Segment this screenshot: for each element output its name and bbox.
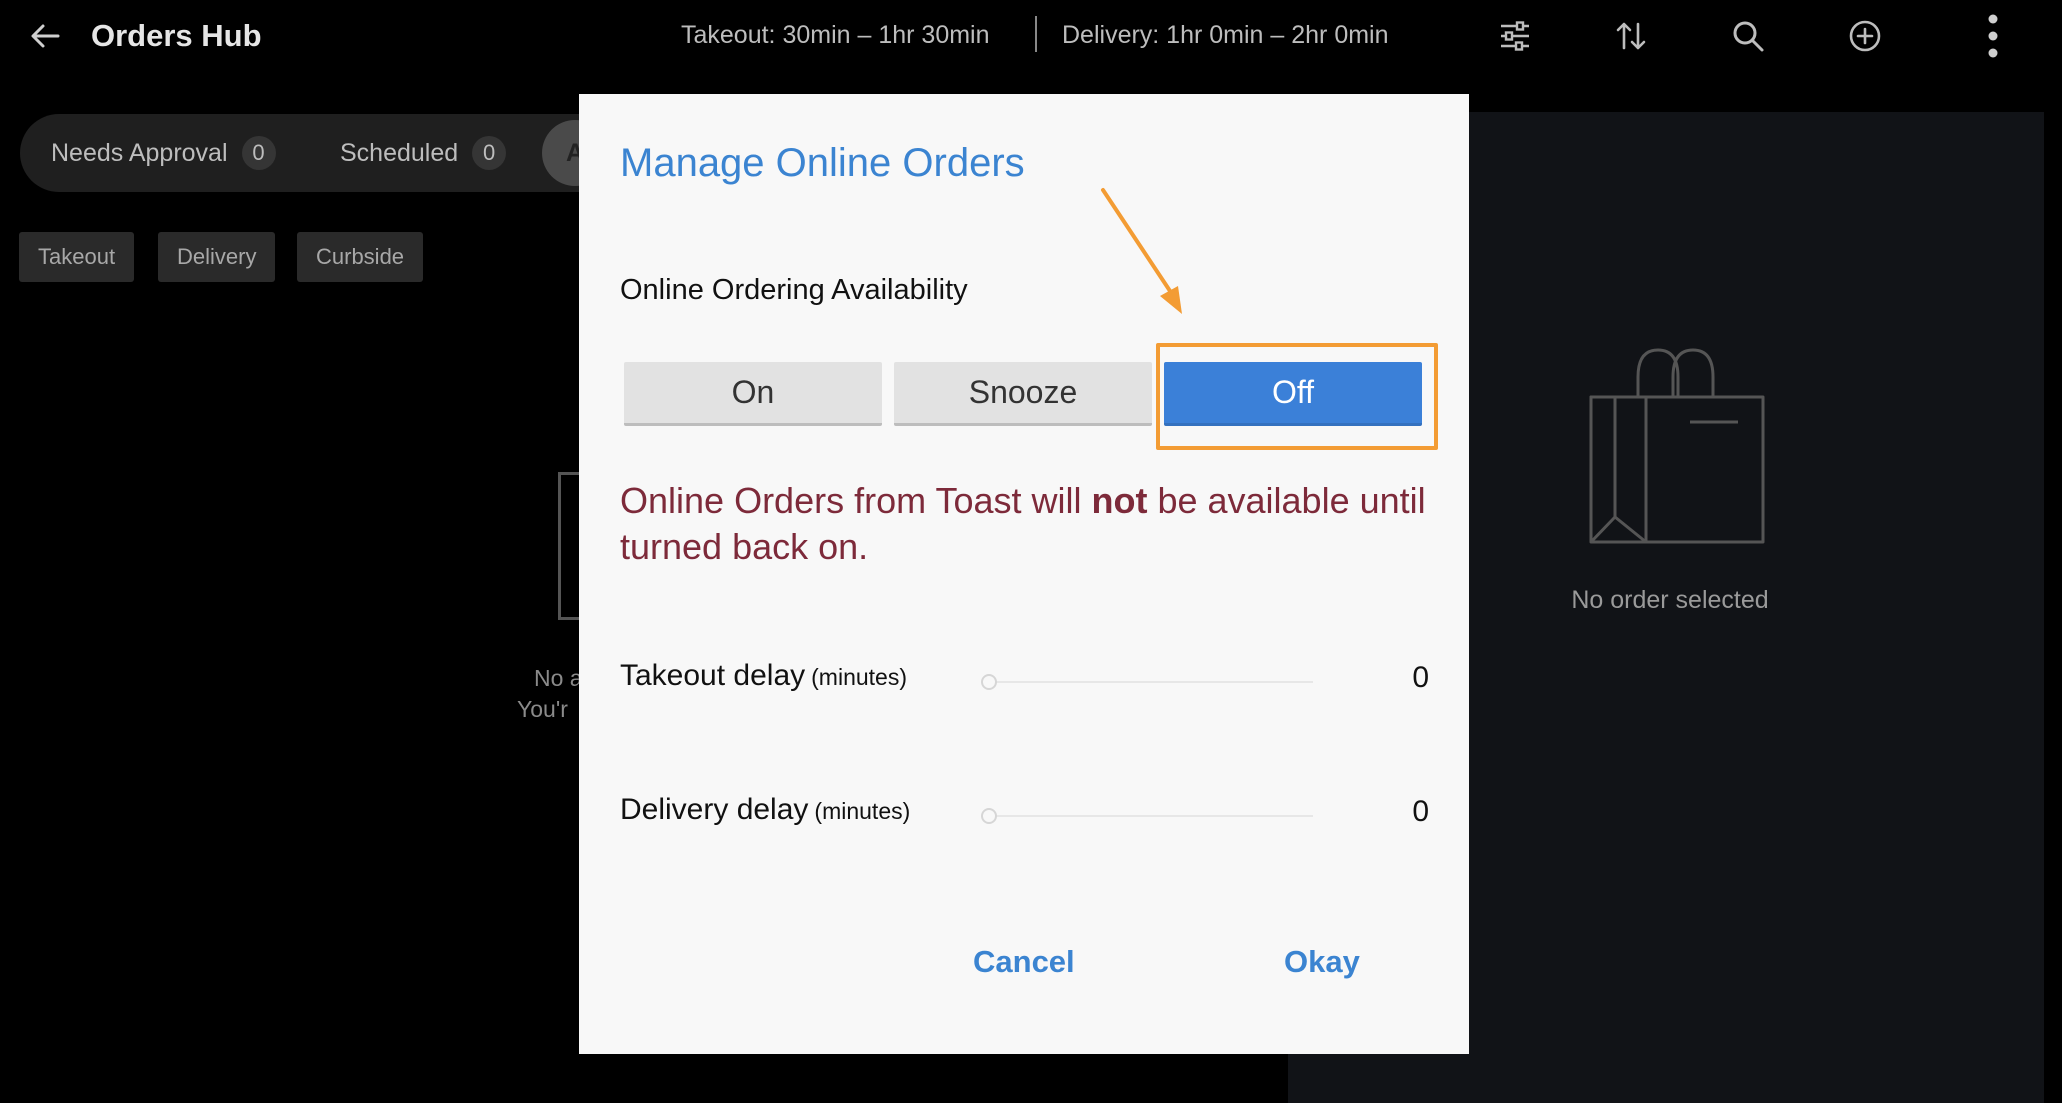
add-circle-icon[interactable] xyxy=(1843,14,1887,58)
sort-icon[interactable] xyxy=(1609,14,1653,58)
takeout-delay-slider-track[interactable] xyxy=(989,681,1313,683)
availability-snooze-button[interactable]: Snooze xyxy=(894,362,1152,426)
warning-text-bold: not xyxy=(1091,480,1148,521)
tab-needs-approval[interactable]: Needs Approval 0 xyxy=(51,136,276,170)
delivery-time-estimate: Delivery: 1hr 0min – 2hr 0min xyxy=(1062,21,1389,49)
takeout-delay-unit: (minutes) xyxy=(811,664,907,690)
back-arrow-icon[interactable] xyxy=(26,18,64,54)
delivery-delay-unit: (minutes) xyxy=(814,798,911,824)
takeout-time-estimate: Takeout: 30min – 1hr 30min xyxy=(681,21,990,49)
takeout-delay-slider-thumb[interactable] xyxy=(981,674,997,690)
takeout-delay-value: 0 xyxy=(1412,661,1429,694)
delivery-delay-slider-track[interactable] xyxy=(989,815,1313,817)
tab-label: Needs Approval xyxy=(51,138,228,167)
availability-label: Online Ordering Availability xyxy=(620,274,968,306)
annotation-highlight-box xyxy=(1156,343,1438,450)
app-bar: Orders Hub Takeout: 30min – 1hr 30min De… xyxy=(0,0,2062,72)
delivery-delay-text: Delivery delay xyxy=(620,793,809,826)
availability-warning: Online Orders from Toast will not be ava… xyxy=(620,478,1440,570)
empty-state-line-2: You'r xyxy=(517,696,568,722)
count-badge: 0 xyxy=(472,136,507,170)
filter-takeout[interactable]: Takeout xyxy=(19,232,135,282)
page-title: Orders Hub xyxy=(91,18,262,53)
availability-on-button[interactable]: On xyxy=(624,362,882,426)
more-vertical-icon[interactable] xyxy=(1971,14,2015,58)
delivery-delay-label: Delivery delay (minutes) xyxy=(620,793,910,827)
delivery-delay-value: 0 xyxy=(1412,795,1429,828)
tab-scheduled[interactable]: Scheduled 0 xyxy=(340,136,507,170)
annotation-arrow-icon xyxy=(1101,188,1182,314)
manage-online-orders-dialog: Manage Online Orders Online Ordering Ava… xyxy=(579,94,1469,1054)
okay-button[interactable]: Okay xyxy=(1284,944,1360,980)
dialog-title: Manage Online Orders xyxy=(620,141,1025,185)
empty-state-line-1: No a xyxy=(534,665,583,691)
header-divider xyxy=(1035,16,1037,52)
no-order-selected-text: No order selected xyxy=(1571,586,1769,614)
count-badge: 0 xyxy=(241,136,276,170)
filter-curbside[interactable]: Curbside xyxy=(297,232,424,282)
takeout-delay-text: Takeout delay xyxy=(620,659,806,692)
search-icon[interactable] xyxy=(1726,14,1770,58)
takeout-delay-label: Takeout delay (minutes) xyxy=(620,659,907,693)
warning-text-start: Online Orders from Toast will xyxy=(620,480,1092,521)
delivery-delay-slider-thumb[interactable] xyxy=(981,808,997,824)
filter-sliders-icon[interactable] xyxy=(1493,14,1537,58)
tab-label: Scheduled xyxy=(340,138,459,167)
cancel-button[interactable]: Cancel xyxy=(973,944,1075,980)
filter-delivery[interactable]: Delivery xyxy=(158,232,276,282)
